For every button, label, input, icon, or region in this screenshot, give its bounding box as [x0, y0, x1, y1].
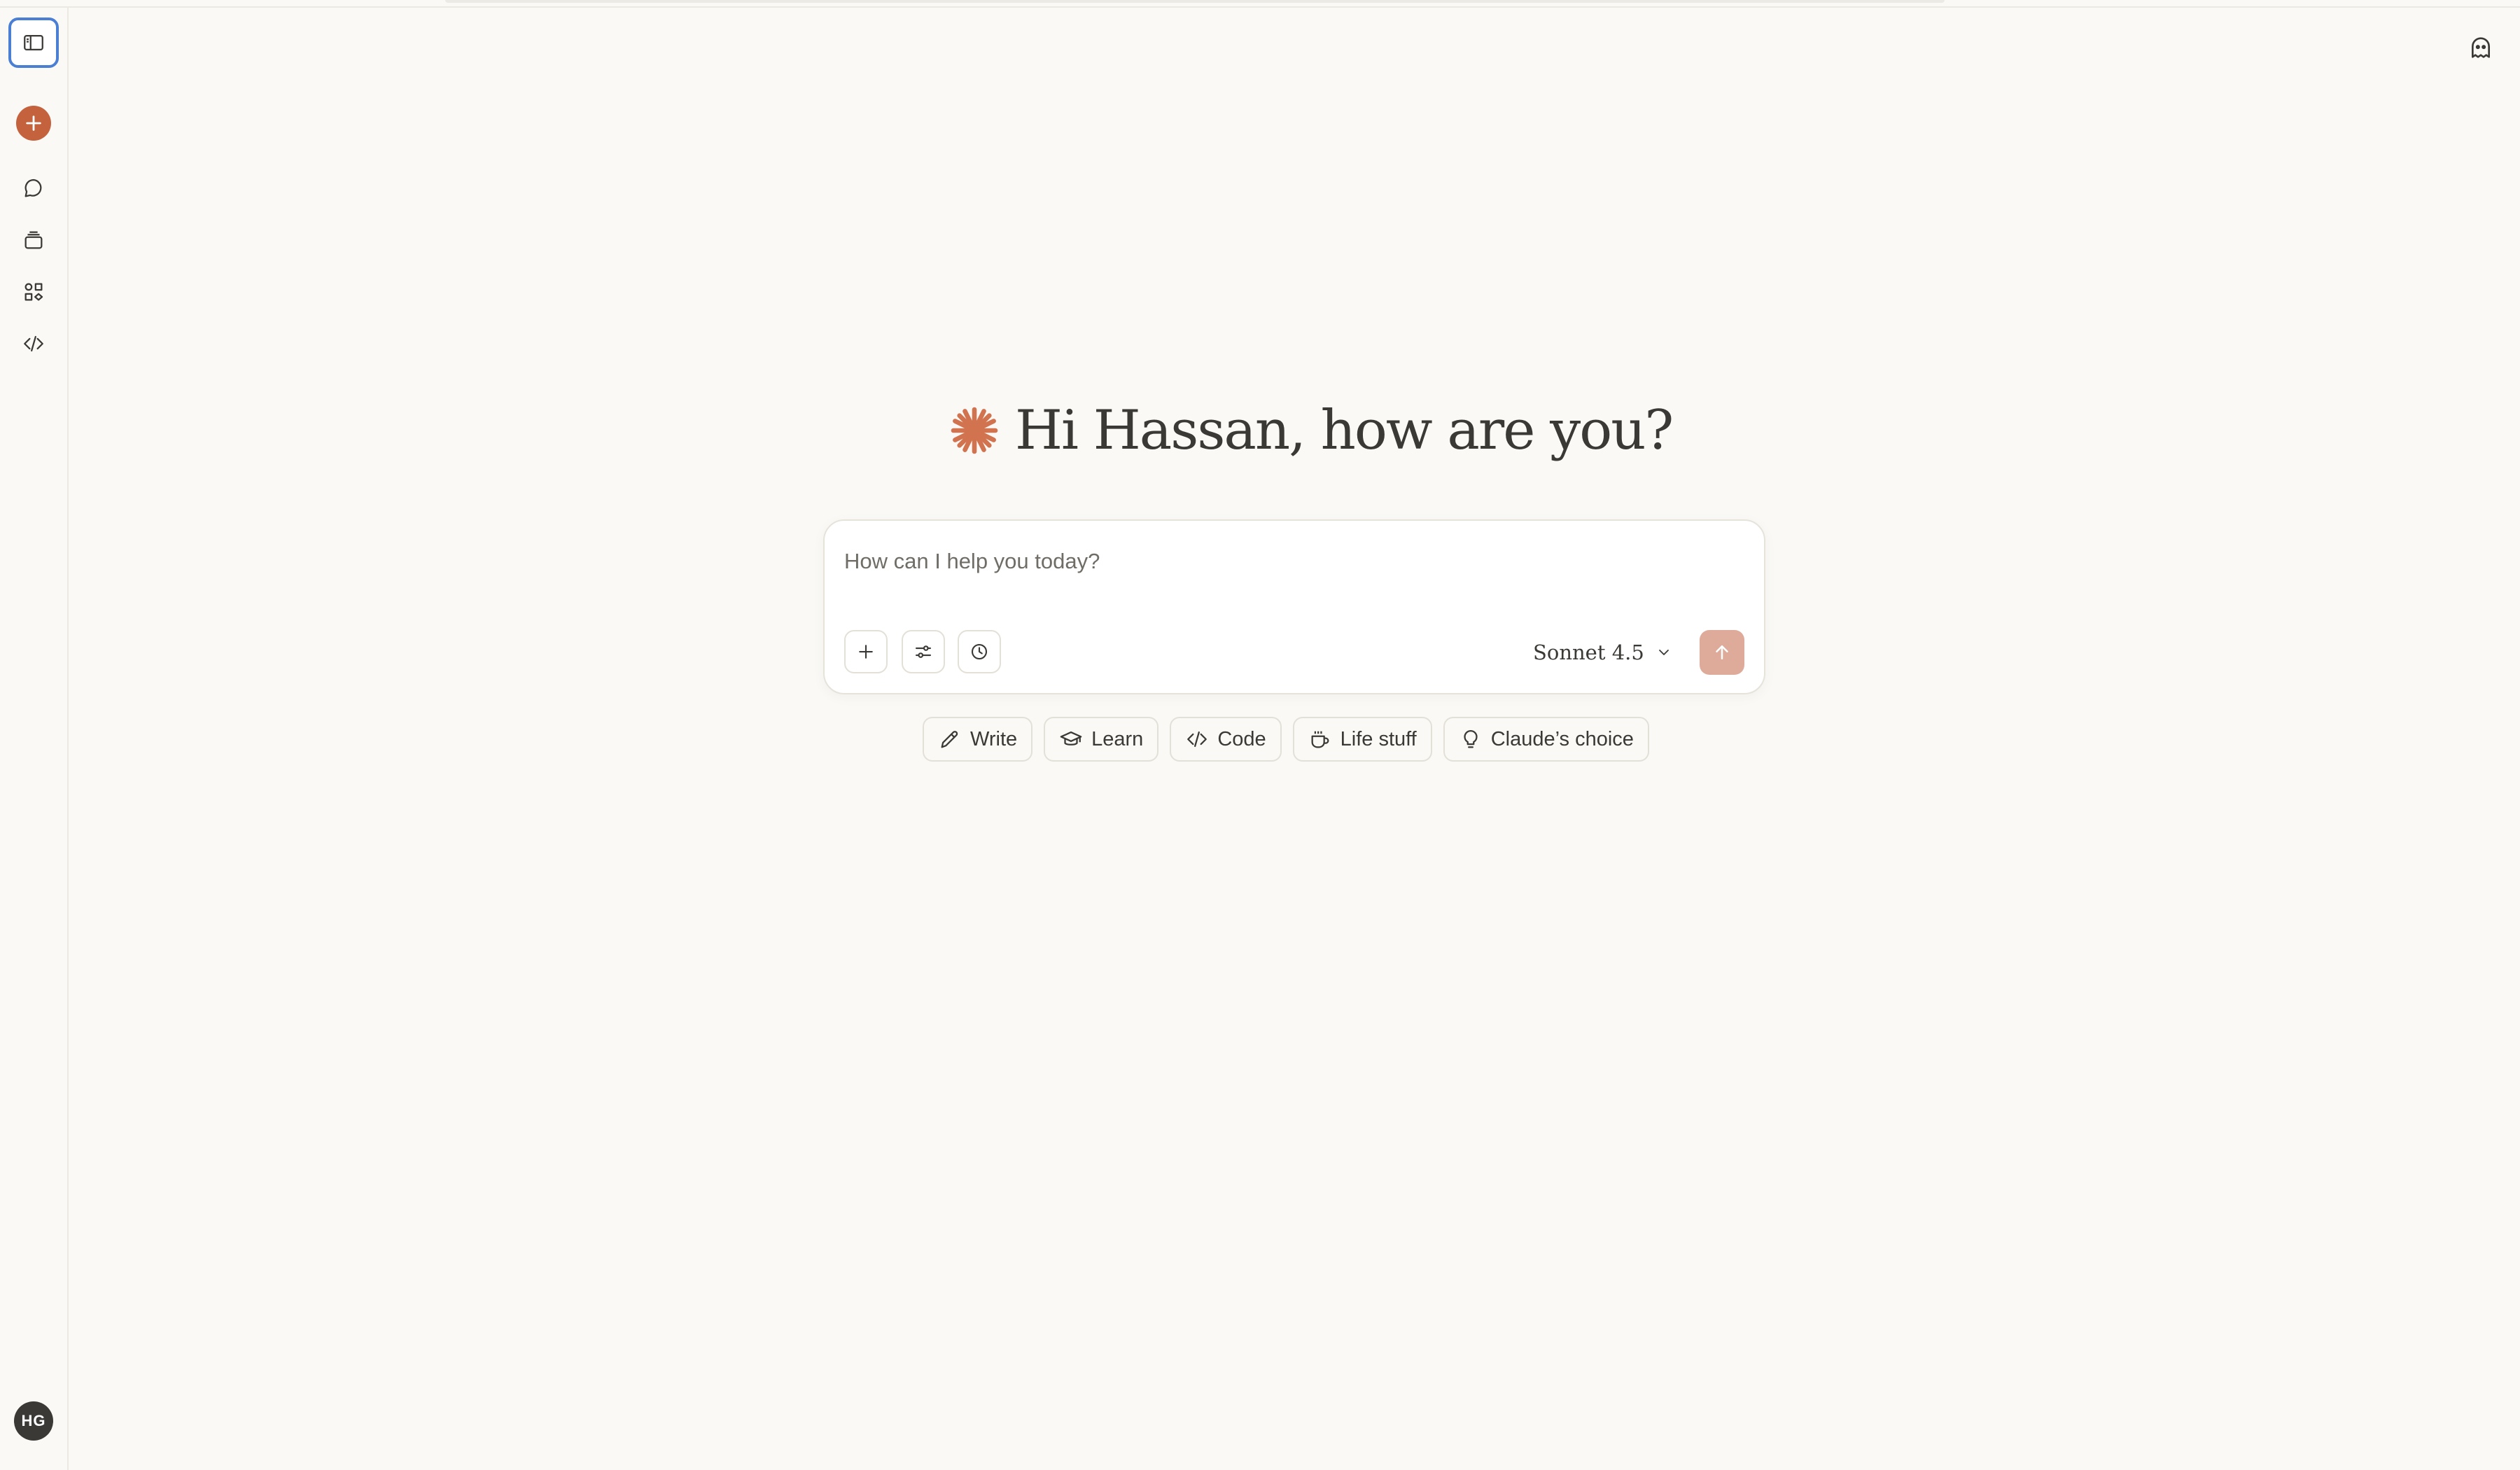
graduation-cap-icon [1060, 731, 1082, 746]
chats-button[interactable] [8, 163, 59, 214]
arrow-up-icon [1716, 645, 1728, 659]
model-selector[interactable]: Sonnet 4.5 [1533, 631, 1672, 673]
sidebar-toggle-button[interactable] [8, 18, 59, 68]
sidebar: HG [0, 8, 69, 1470]
lightbulb-icon [1464, 730, 1478, 748]
sliders-icon [915, 645, 932, 658]
chip-code[interactable]: Code [1170, 717, 1282, 762]
chip-claudes-choice[interactable]: Claude’s choice [1443, 717, 1649, 762]
composer: Sonnet 4.5 [823, 519, 1765, 694]
artifacts-button[interactable] [8, 267, 59, 317]
chip-label: Life stuff [1340, 727, 1417, 750]
pencil-icon [941, 731, 958, 748]
chevron-down-icon [1658, 650, 1669, 655]
ghost-icon [2472, 37, 2490, 58]
chip-learn[interactable]: Learn [1044, 717, 1159, 762]
new-chat-button[interactable] [16, 106, 51, 141]
greeting: Hi Hassan, how are you? [949, 392, 1674, 469]
send-button[interactable] [1700, 630, 1744, 675]
chat-bubble-icon [24, 178, 42, 197]
folder-stack-icon [24, 231, 43, 249]
code-brackets-icon [24, 335, 43, 352]
prompt-input[interactable] [844, 540, 1740, 582]
greeting-text: Hi Hassan, how are you? [1015, 399, 1674, 462]
chip-label: Learn [1091, 727, 1144, 750]
sidebar-panel-icon [24, 34, 43, 51]
coffee-cup-icon [1311, 731, 1329, 748]
suggestion-chips: Write Learn Code Life stuff Claude’s cho… [923, 717, 1649, 762]
chip-life-stuff[interactable]: Life stuff [1292, 717, 1432, 762]
chip-label: Write [970, 727, 1018, 750]
code-icon [1187, 731, 1208, 748]
incognito-button[interactable] [2461, 28, 2500, 67]
shapes-icon [24, 283, 43, 301]
plus-icon [859, 645, 873, 659]
research-button[interactable] [958, 630, 1001, 673]
user-avatar[interactable]: HG [14, 1401, 53, 1441]
top-tab-strip [445, 0, 1945, 3]
chip-label: Code [1217, 727, 1266, 750]
top-border [0, 0, 2520, 8]
tools-button[interactable] [902, 630, 945, 673]
add-attachment-button[interactable] [844, 630, 888, 673]
claude-starburst-icon [951, 407, 998, 454]
clock-icon [971, 643, 988, 660]
plus-icon [26, 115, 41, 131]
model-name: Sonnet 4.5 [1533, 640, 1644, 664]
code-button[interactable] [8, 318, 59, 369]
chip-write[interactable]: Write [923, 717, 1033, 762]
chip-label: Claude’s choice [1490, 727, 1634, 750]
projects-button[interactable] [8, 215, 59, 265]
